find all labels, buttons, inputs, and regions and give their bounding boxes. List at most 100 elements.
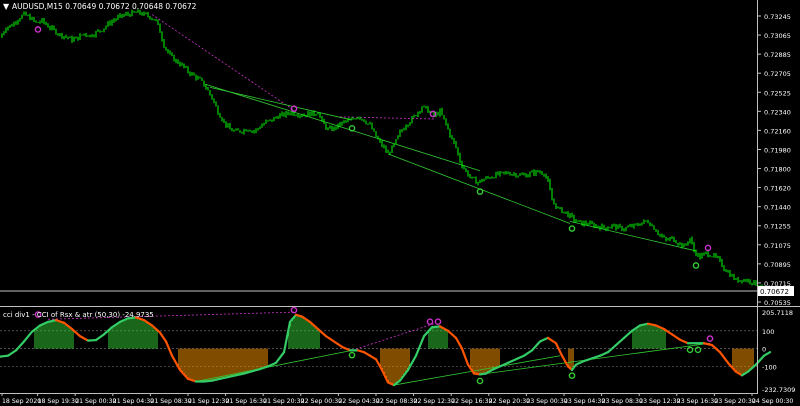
candle-body: [621, 226, 623, 231]
candle-body: [297, 115, 299, 117]
candle-body: [615, 224, 617, 229]
candle-body: [563, 211, 565, 213]
candle-body: [739, 280, 741, 282]
candle-body: [741, 280, 743, 282]
candle-body: [177, 59, 179, 64]
candle-body: [203, 80, 205, 87]
candle-body: [279, 114, 281, 119]
time-axis-label: 18 Sep 19:30: [38, 398, 79, 405]
candle-body: [71, 36, 73, 42]
time-axis-label: 21 Sep 08:30: [150, 398, 191, 405]
candle-body: [649, 222, 651, 226]
candle-body: [159, 24, 161, 33]
candle-body: [329, 126, 331, 129]
candle-body: [503, 171, 505, 173]
candle-body: [683, 244, 685, 248]
candle-body: [95, 31, 97, 36]
price-axis-label: 0.72525: [764, 89, 791, 97]
candle-body: [499, 171, 501, 175]
candle-body: [585, 222, 587, 225]
candle-body: [687, 242, 689, 244]
candle-body: [641, 222, 643, 226]
candle-body: [619, 225, 621, 227]
candle-body: [87, 35, 89, 37]
candle-body: [33, 17, 35, 21]
chart-window[interactable]: ▼ AUDUSD,M15 0.70649 0.70672 0.70648 0.7…: [0, 0, 800, 406]
candle-body: [587, 224, 589, 225]
candle-body: [455, 142, 457, 148]
candle-body: [697, 253, 699, 256]
candle-body: [331, 126, 333, 131]
candle-body: [421, 107, 423, 112]
candle-body: [581, 220, 583, 226]
candle-body: [223, 120, 225, 122]
candle-body: [39, 21, 41, 23]
candle-body: [705, 251, 707, 254]
candle-body: [59, 33, 61, 35]
candle-body: [327, 128, 329, 130]
candle-body: [425, 105, 427, 107]
candle-body: [489, 177, 491, 179]
candle-body: [401, 130, 403, 132]
candle-body: [577, 220, 579, 222]
candle-body: [195, 75, 197, 79]
candle-body: [523, 174, 525, 176]
candle-body: [569, 213, 571, 217]
candle-body: [281, 112, 283, 115]
candle-body: [369, 123, 371, 125]
candle-body: [63, 36, 65, 38]
price-axis-label: 0.72885: [764, 51, 791, 59]
candle-body: [349, 119, 351, 121]
time-axis-label: 21 Sep 16:30: [226, 398, 267, 405]
candle-body: [173, 55, 175, 62]
candle-body: [665, 237, 667, 240]
candle-body: [23, 12, 25, 16]
candle-body: [751, 283, 753, 284]
candle-body: [53, 26, 55, 30]
candle-body: [31, 17, 33, 20]
candle-body: [443, 115, 445, 119]
candle-body: [219, 113, 221, 118]
candle-body: [517, 175, 519, 177]
candle-body: [717, 256, 719, 258]
candle-body: [125, 13, 127, 15]
candle-body: [355, 118, 357, 120]
candle-body: [121, 14, 123, 17]
candle-body: [181, 63, 183, 66]
candle-body: [169, 52, 171, 54]
candle-body: [143, 12, 145, 16]
candle-body: [191, 73, 193, 75]
candle-body: [335, 127, 337, 129]
candle-body: [729, 271, 731, 277]
candle-body: [747, 279, 749, 282]
candle-body: [259, 127, 261, 129]
candle-body: [447, 123, 449, 130]
candle-body: [269, 119, 271, 121]
candle-body: [573, 215, 575, 221]
candle-body: [37, 22, 39, 24]
candle-body: [305, 114, 307, 116]
chart-header-arrow-icon[interactable]: ▼: [3, 2, 10, 11]
candle-body: [635, 224, 637, 225]
candle-body: [145, 12, 147, 14]
candle-body: [85, 33, 87, 36]
candle-body: [453, 138, 455, 143]
candle-body: [525, 174, 527, 178]
candle-body: [205, 86, 207, 89]
candle-body: [521, 174, 523, 175]
candle-body: [597, 225, 599, 227]
candle-body: [745, 279, 747, 282]
candle-body: [639, 225, 641, 226]
candle-body: [439, 109, 441, 115]
candle-body: [593, 223, 595, 228]
candle-body: [271, 119, 273, 122]
candle-body: [147, 13, 149, 17]
candle-body: [321, 116, 323, 121]
candle-body: [249, 130, 251, 132]
candle-body: [241, 132, 243, 133]
time-axis-label: 21 Sep 12:30: [188, 398, 229, 405]
candle-body: [351, 118, 353, 120]
candle-body: [323, 120, 325, 124]
candle-body: [265, 120, 267, 124]
candle-body: [549, 180, 551, 190]
